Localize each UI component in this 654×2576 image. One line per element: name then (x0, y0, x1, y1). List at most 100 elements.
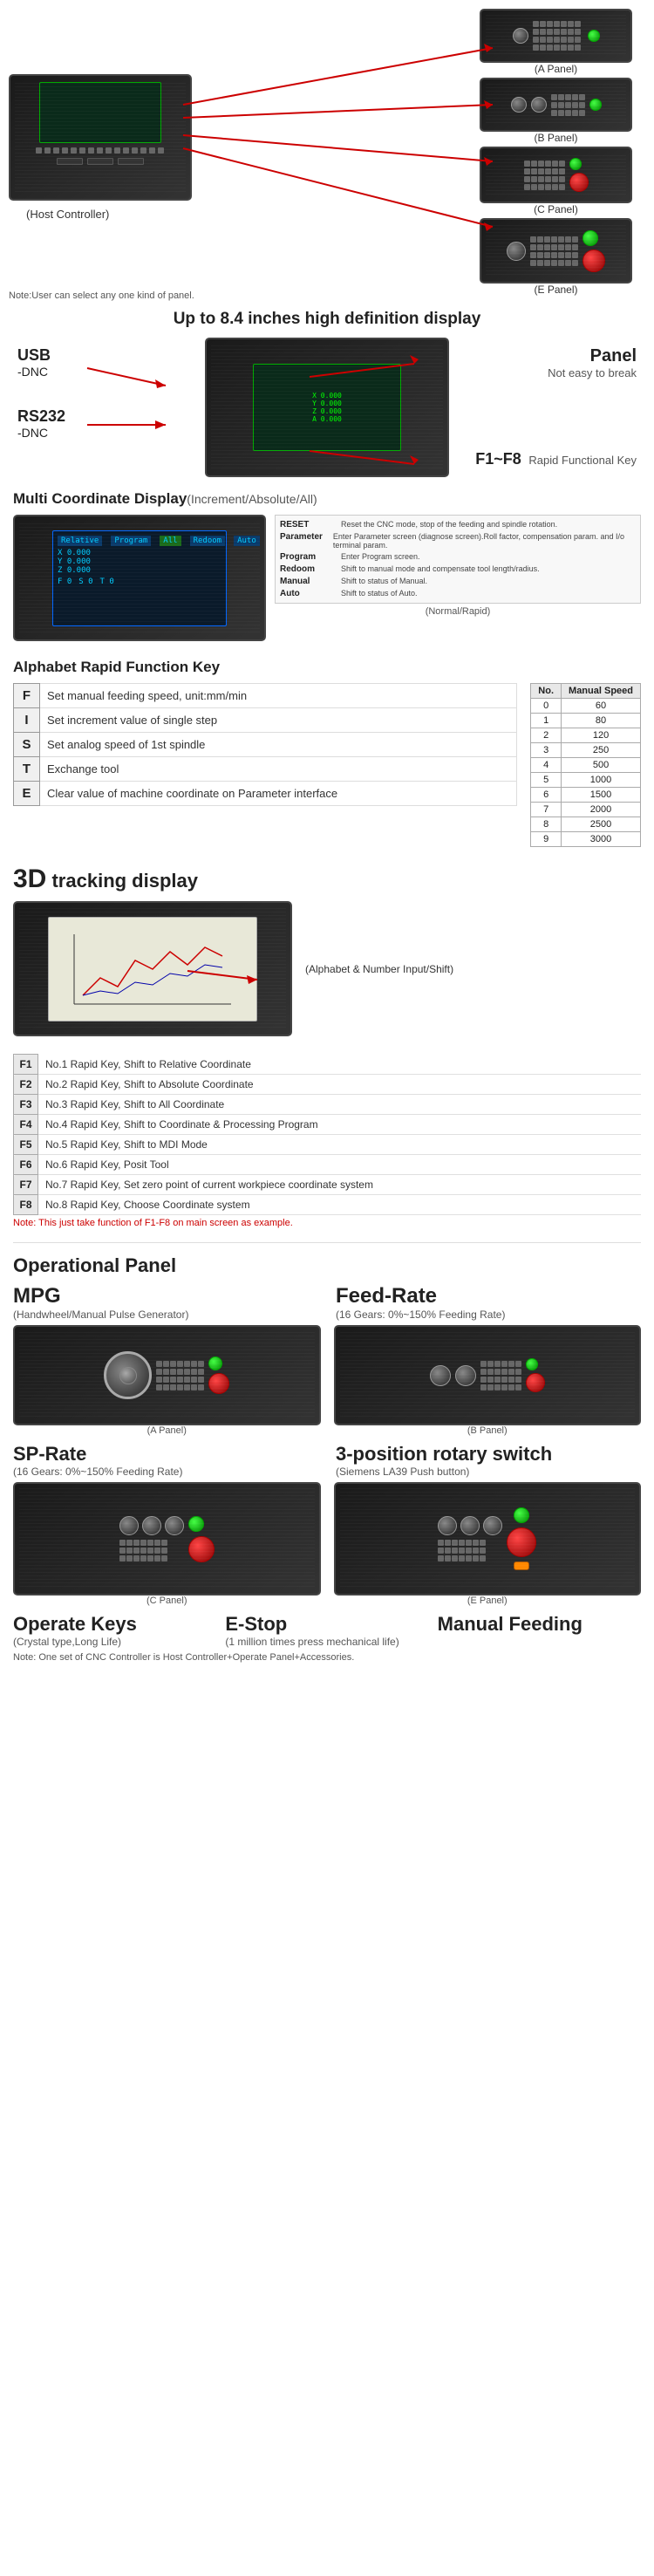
op-panel-e-item: (E Panel) (334, 1482, 642, 1606)
alpha-key-table: F Set manual feeding speed, unit:mm/min … (13, 683, 517, 806)
rotary-subtitle: (Siemens LA39 Push button) (336, 1466, 641, 1478)
speed-val: 1500 (562, 788, 641, 803)
op-panel-e-label: (E Panel) (467, 1595, 508, 1606)
manual-speed-table: No. Manual Speed 0 60 1 80 2 120 3 250 4… (530, 683, 641, 847)
rs232-label: RS232 (17, 407, 65, 426)
speed-val: 500 (562, 758, 641, 773)
speed-val: 2000 (562, 803, 641, 817)
speed-val: 80 (562, 714, 641, 728)
f1f8-key-cell: F6 (14, 1155, 38, 1175)
operate-title: Operate Keys (13, 1613, 216, 1636)
speed-val: 2500 (562, 817, 641, 832)
f1f8-table: F1 No.1 Rapid Key, Shift to Relative Coo… (13, 1054, 641, 1215)
f1f8-desc-cell: No.2 Rapid Key, Shift to Absolute Coordi… (38, 1075, 642, 1095)
op-panel-c-item: (C Panel) (13, 1482, 321, 1606)
feedrate-title: Feed-Rate (336, 1284, 641, 1308)
f1f8-desc-cell: No.7 Rapid Key, Set zero point of curren… (38, 1175, 642, 1195)
tracking-title: 3D tracking display (13, 864, 641, 894)
f1f8-row: F7 No.7 Rapid Key, Set zero point of cur… (14, 1175, 642, 1195)
alpha-desc-cell: Set manual feeding speed, unit:mm/min (40, 684, 517, 708)
f1f8-key-cell: F5 (14, 1135, 38, 1155)
f1f8-key-cell: F1 (14, 1055, 38, 1075)
tracking-annotation: (Alphabet & Number Input/Shift) (305, 963, 453, 975)
sprate-subtitle: (16 Gears: 0%~150% Feeding Rate) (13, 1466, 318, 1478)
alpha-key-row: S Set analog speed of 1st spindle (14, 733, 517, 757)
feedrate-feature: Feed-Rate (16 Gears: 0%~150% Feeding Rat… (336, 1284, 641, 1321)
operational-title: Operational Panel (13, 1254, 641, 1277)
manual-speed-row: 8 2500 (531, 817, 641, 832)
f1f8-row: F2 No.2 Rapid Key, Shift to Absolute Coo… (14, 1075, 642, 1095)
usb-label-group: USB -DNC (17, 346, 51, 379)
op-panel-c-label: (C Panel) (146, 1595, 187, 1606)
f1f8-row: F4 No.4 Rapid Key, Shift to Coordinate &… (14, 1115, 642, 1135)
rotary-feature: 3-position rotary switch (Siemens LA39 P… (336, 1443, 641, 1478)
normal-rapid-label: (Normal/Rapid) (275, 606, 641, 617)
f1f8-key-cell: F3 (14, 1095, 38, 1115)
display-section-title: Up to 8.4 inches high definition display (13, 310, 641, 329)
f1f8-key-cell: F7 (14, 1175, 38, 1195)
manual-speed-row: 2 120 (531, 728, 641, 743)
panel-a-item: (A Panel) (480, 9, 632, 75)
alpha-key-row: T Exchange tool (14, 757, 517, 782)
speed-no: 7 (531, 803, 562, 817)
alpha-key-cell: E (14, 782, 40, 806)
panel-label: Panel (548, 346, 637, 366)
alpha-desc-cell: Set increment value of single step (40, 708, 517, 733)
speed-no: 4 (531, 758, 562, 773)
main-display-unit: X 0.000 Y 0.000 Z 0.000 A 0.000 (205, 338, 449, 477)
panel-e-label: (E Panel) (480, 284, 632, 296)
op-panel-b-label: (B Panel) (467, 1425, 508, 1436)
speed-no: 0 (531, 699, 562, 714)
usb-sub: -DNC (17, 365, 51, 379)
final-note: Note: One set of CNC Controller is Host … (13, 1652, 641, 1663)
alpha-section-title: Alphabet Rapid Function Key (13, 659, 641, 676)
feedrate-subtitle: (16 Gears: 0%~150% Feeding Rate) (336, 1308, 641, 1321)
alpha-desc-cell: Exchange tool (40, 757, 517, 782)
speed-val: 60 (562, 699, 641, 714)
speed-no: 1 (531, 714, 562, 728)
multi-coord-title: Multi Coordinate Display(Increment/Absol… (13, 490, 641, 508)
alpha-key-cell: S (14, 733, 40, 757)
manual-speed-row: 3 250 (531, 743, 641, 758)
f1f8-desc-cell: No.4 Rapid Key, Shift to Coordinate & Pr… (38, 1115, 642, 1135)
rs232-sub: -DNC (17, 426, 65, 440)
speed-val: 1000 (562, 773, 641, 788)
f1f8-sub: Rapid Functional Key (528, 454, 637, 467)
f1f8-desc-cell: No.1 Rapid Key, Shift to Relative Coordi… (38, 1055, 642, 1075)
sprate-feature: SP-Rate (16 Gears: 0%~150% Feeding Rate) (13, 1443, 318, 1478)
host-controller (9, 74, 192, 201)
alpha-desc-cell: Set analog speed of 1st spindle (40, 733, 517, 757)
normal-rapid-box: RESET Reset the CNC mode, stop of the fe… (275, 515, 641, 604)
f1f8-key-cell: F2 (14, 1075, 38, 1095)
mpg-subtitle: (Handwheel/Manual Pulse Generator) (13, 1308, 318, 1321)
panel-c-item: (C Panel) (480, 147, 632, 215)
f1f8-label: F1~F8 (475, 450, 521, 468)
rotary-title: 3-position rotary switch (336, 1443, 641, 1466)
operate-subtitle: (Crystal type,Long Life) (13, 1636, 216, 1648)
panel-b-label: (B Panel) (480, 132, 632, 144)
manual-speed-row: 6 1500 (531, 788, 641, 803)
manual-speed-row: 4 500 (531, 758, 641, 773)
host-controller-label: (Host Controller) (26, 208, 109, 221)
alpha-key-cell: I (14, 708, 40, 733)
op-panel-a-label: (A Panel) (147, 1425, 187, 1436)
sprate-title: SP-Rate (13, 1443, 318, 1466)
tracking-display-unit (13, 901, 292, 1036)
estop-title: E-Stop (225, 1613, 428, 1636)
f1f8-desc-cell: No.6 Rapid Key, Posit Tool (38, 1155, 642, 1175)
manual-speed-row: 9 3000 (531, 832, 641, 847)
op-panel-b-item: (B Panel) (334, 1325, 642, 1436)
manual-speed-row: 5 1000 (531, 773, 641, 788)
estop-subtitle: (1 million times press mechanical life) (225, 1636, 428, 1648)
panel-sub: Not easy to break (548, 366, 637, 379)
top-note: Note:User can select any one kind of pan… (9, 290, 194, 301)
f1f8-key-cell: F8 (14, 1195, 38, 1215)
speed-val: 250 (562, 743, 641, 758)
panel-b-item: (B Panel) (480, 78, 632, 144)
manual-speed-row: 7 2000 (531, 803, 641, 817)
manual-title: Manual Feeding (438, 1613, 641, 1636)
manual-speed-row: 1 80 (531, 714, 641, 728)
alpha-key-cell: T (14, 757, 40, 782)
f1f8-row: F5 No.5 Rapid Key, Shift to MDI Mode (14, 1135, 642, 1155)
f1f8-desc-cell: No.8 Rapid Key, Choose Coordinate system (38, 1195, 642, 1215)
